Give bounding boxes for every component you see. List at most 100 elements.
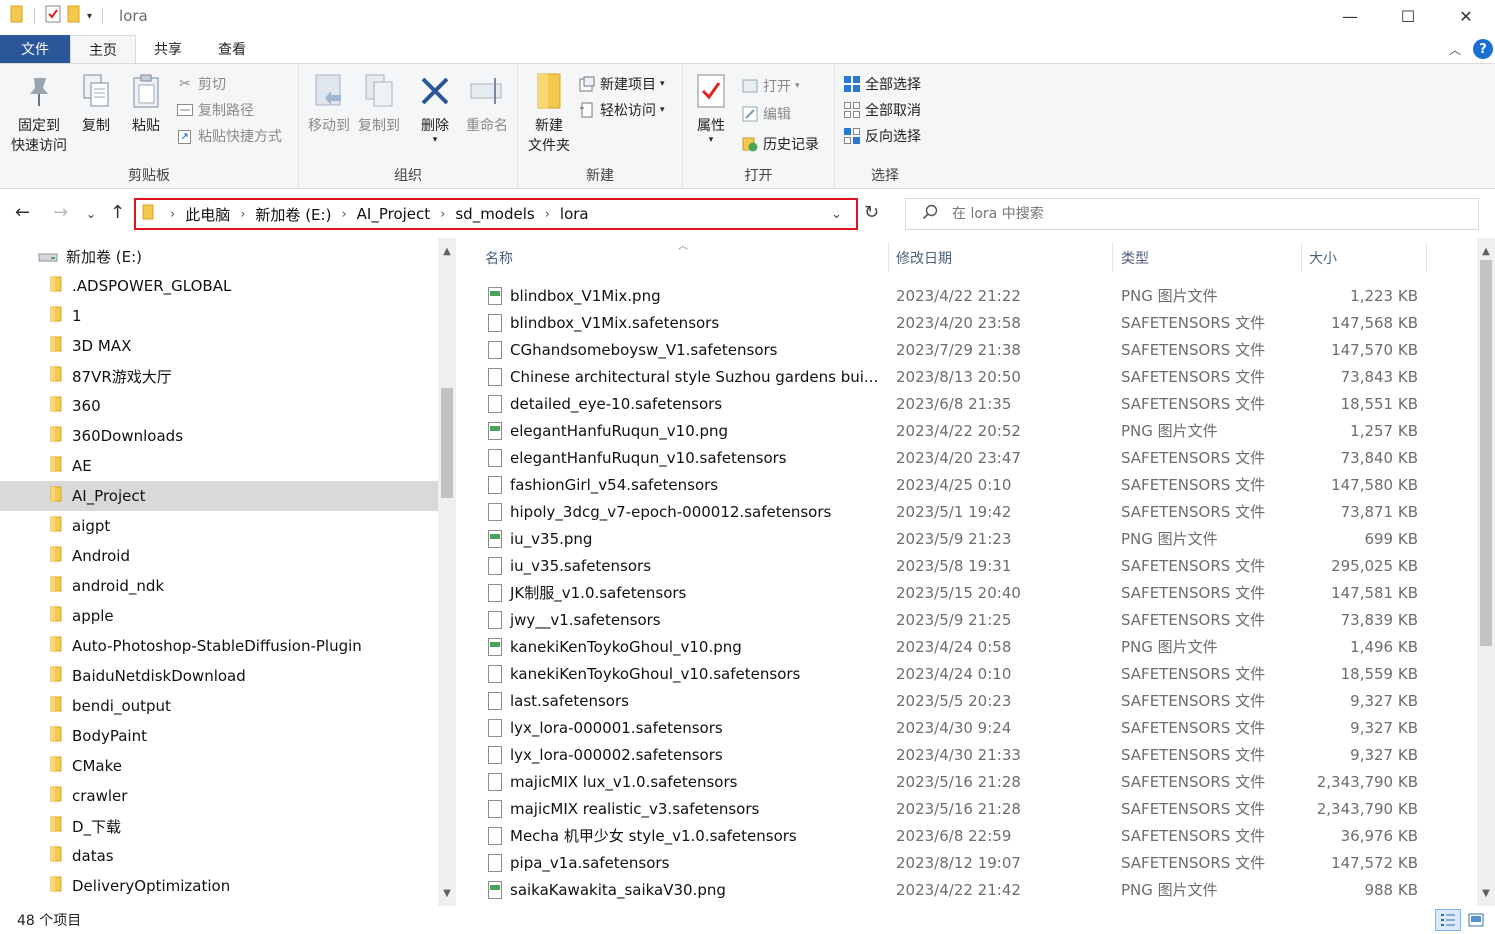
column-header-date[interactable]: 修改日期 bbox=[896, 238, 952, 278]
paste-button[interactable]: 粘贴 bbox=[126, 72, 166, 136]
maximize-button[interactable]: ☐ bbox=[1379, 0, 1437, 32]
file-row[interactable]: elegantHanfuRuqun_v10.png 2023/4/22 20:52… bbox=[470, 417, 1475, 444]
column-header-size[interactable]: 大小 bbox=[1309, 238, 1337, 278]
column-header-type[interactable]: 类型 bbox=[1121, 238, 1149, 278]
pin-quick-access-button[interactable]: 固定到 快速访问 bbox=[8, 72, 70, 156]
file-list-scroll-thumb[interactable] bbox=[1480, 260, 1492, 646]
scroll-down-icon[interactable]: ▼ bbox=[1477, 884, 1495, 902]
history-button[interactable]: 历史记录 bbox=[741, 132, 819, 156]
chevron-right-icon[interactable]: › bbox=[545, 207, 550, 222]
properties-button[interactable]: 属性 ▾ bbox=[691, 72, 731, 145]
nav-tree-item[interactable]: 1 bbox=[0, 301, 438, 331]
file-row[interactable]: detailed_eye-10.safetensors 2023/6/8 21:3… bbox=[470, 390, 1475, 417]
column-header-name[interactable]: 名称 bbox=[485, 238, 513, 278]
address-bar[interactable]: › 此电脑 › 新加卷 (E:) › AI_Project › sd_model… bbox=[134, 198, 858, 230]
scroll-up-icon[interactable]: ▲ bbox=[438, 242, 456, 260]
file-row[interactable]: lyx_lora-000002.safetensors 2023/4/30 21:… bbox=[470, 741, 1475, 768]
file-row[interactable]: Chinese architectural style Suzhou garde… bbox=[470, 363, 1475, 390]
file-row[interactable]: JK制服_v1.0.safetensors 2023/5/15 20:40 SAFE… bbox=[470, 579, 1475, 606]
nav-tree-item[interactable]: Android bbox=[0, 541, 438, 571]
back-arrow-icon[interactable]: ← bbox=[15, 202, 30, 223]
large-icons-view-icon[interactable] bbox=[1463, 909, 1489, 931]
refresh-icon[interactable]: ↻ bbox=[864, 202, 879, 223]
file-row[interactable]: pipa_v1a.safetensors 2023/8/12 19:07 SAFET… bbox=[470, 849, 1475, 876]
nav-tree-item[interactable]: D_下载 bbox=[0, 811, 438, 841]
recent-locations-chevron-icon[interactable]: ⌄ bbox=[86, 207, 96, 221]
tab-file[interactable]: 文件 bbox=[0, 35, 70, 63]
file-row[interactable]: CGhandsomeboysw_V1.safetensors 2023/7/29 … bbox=[470, 336, 1475, 363]
rename-button[interactable]: 重命名 bbox=[461, 72, 513, 136]
file-row[interactable]: kanekiKenToykoGhoul_v10.safetensors 2023/… bbox=[470, 660, 1475, 687]
nav-pane-scroll-thumb[interactable] bbox=[441, 388, 453, 498]
properties-dropdown-icon[interactable]: ▾ bbox=[709, 136, 714, 145]
nav-tree-item[interactable]: 360 bbox=[0, 391, 438, 421]
scroll-down-icon[interactable]: ▼ bbox=[438, 884, 456, 902]
nav-tree-item[interactable]: AI_Project bbox=[0, 481, 438, 511]
tree-root-drive[interactable]: 新加卷 (E:) bbox=[38, 246, 142, 267]
nav-tree-item[interactable]: 360Downloads bbox=[0, 421, 438, 451]
breadcrumb-sd-models[interactable]: sd_models bbox=[455, 205, 534, 223]
copy-path-button[interactable]: 复制路径 bbox=[176, 98, 254, 122]
nav-tree-item[interactable]: 87VR游戏大厅 bbox=[0, 361, 438, 391]
file-row[interactable]: Mecha 机甲少女 style_v1.0.safetensors 2023/6/… bbox=[470, 822, 1475, 849]
tab-share[interactable]: 共享 bbox=[136, 35, 200, 63]
open-button[interactable]: 打开 ▾ bbox=[741, 74, 800, 98]
tab-home[interactable]: 主页 bbox=[70, 35, 136, 63]
breadcrumb-drive-e[interactable]: 新加卷 (E:) bbox=[255, 204, 331, 225]
easy-access-button[interactable]: 轻松访问 ▾ bbox=[578, 98, 665, 122]
nav-pane-scrollbar[interactable]: ▲ ▼ bbox=[438, 238, 456, 906]
file-row[interactable]: blindbox_V1Mix.png 2023/4/22 21:22 PNG 图片文… bbox=[470, 282, 1475, 309]
close-button[interactable]: ✕ bbox=[1437, 0, 1495, 32]
nav-tree-item[interactable]: .ADSPOWER_GLOBAL bbox=[0, 271, 438, 301]
delete-dropdown-icon[interactable]: ▾ bbox=[433, 136, 438, 145]
nav-tree-item[interactable]: CMake bbox=[0, 751, 438, 781]
nav-tree-item[interactable]: android_ndk bbox=[0, 571, 438, 601]
file-row[interactable]: majicMIX realistic_v3.safetensors 2023/5/… bbox=[470, 795, 1475, 822]
file-row[interactable]: elegantHanfuRuqun_v10.safetensors 2023/4/… bbox=[470, 444, 1475, 471]
nav-tree-item[interactable]: apple bbox=[0, 601, 438, 631]
select-all-button[interactable]: 全部选择 bbox=[843, 72, 921, 96]
file-row[interactable]: majicMIX lux_v1.0.safetensors 2023/5/16 2… bbox=[470, 768, 1475, 795]
new-item-button[interactable]: 新建项目 ▾ bbox=[578, 72, 665, 96]
nav-tree-item[interactable]: BaiduNetdiskDownload bbox=[0, 661, 438, 691]
properties-check-icon[interactable] bbox=[45, 5, 61, 27]
breadcrumb-this-pc[interactable]: 此电脑 bbox=[185, 204, 230, 225]
details-view-icon[interactable] bbox=[1435, 909, 1461, 931]
invert-selection-button[interactable]: 反向选择 bbox=[843, 124, 921, 148]
chevron-right-icon[interactable]: › bbox=[240, 207, 245, 222]
nav-tree-item[interactable]: datas bbox=[0, 841, 438, 871]
nav-tree-item[interactable]: AE bbox=[0, 451, 438, 481]
file-row[interactable]: hipoly_3dcg_v7-epoch-000012.safetensors 2… bbox=[470, 498, 1475, 525]
file-row[interactable]: jwy__v1.safetensors 2023/5/9 21:25 SAFETEN… bbox=[470, 606, 1475, 633]
file-row[interactable]: blindbox_V1Mix.safetensors 2023/4/20 23:5… bbox=[470, 309, 1475, 336]
file-row[interactable]: iu_v35.png 2023/5/9 21:23 PNG 图片文件 699 KB bbox=[470, 525, 1475, 552]
nav-tree-item[interactable]: DeliveryOptimization bbox=[0, 871, 438, 901]
up-arrow-icon[interactable]: ↑ bbox=[110, 202, 125, 223]
copy-button[interactable]: 复制 bbox=[76, 72, 116, 136]
file-list-scrollbar[interactable]: ▲ ▼ bbox=[1477, 238, 1495, 906]
address-dropdown-chevron-icon[interactable]: ⌄ bbox=[831, 207, 842, 222]
copy-to-button[interactable]: 复制到 bbox=[355, 72, 403, 136]
select-none-button[interactable]: 全部取消 bbox=[843, 98, 921, 122]
new-folder-icon[interactable] bbox=[67, 5, 81, 27]
breadcrumb-lora[interactable]: lora bbox=[560, 205, 589, 223]
scroll-up-icon[interactable]: ▲ bbox=[1477, 242, 1495, 260]
edit-button[interactable]: 编辑 bbox=[741, 102, 791, 126]
paste-shortcut-button[interactable]: 粘贴快捷方式 bbox=[176, 124, 282, 148]
chevron-right-icon[interactable]: › bbox=[341, 207, 346, 222]
customize-toolbar-icon[interactable]: ▾ bbox=[87, 11, 92, 22]
nav-tree-item[interactable]: bendi_output bbox=[0, 691, 438, 721]
file-row[interactable]: iu_v35.safetensors 2023/5/8 19:31 SAFETENS… bbox=[470, 552, 1475, 579]
new-folder-button[interactable]: 新建 文件夹 bbox=[524, 72, 574, 156]
nav-tree-item[interactable]: aigpt bbox=[0, 511, 438, 541]
collapse-ribbon-icon[interactable]: ︿ bbox=[1449, 41, 1461, 58]
file-row[interactable]: kanekiKenToykoGhoul_v10.png 2023/4/24 0:5… bbox=[470, 633, 1475, 660]
tab-view[interactable]: 查看 bbox=[200, 35, 264, 63]
nav-tree-item[interactable]: 3D MAX bbox=[0, 331, 438, 361]
nav-tree-item[interactable]: Auto-Photoshop-StableDiffusion-Plugin bbox=[0, 631, 438, 661]
file-row[interactable]: last.safetensors 2023/5/5 20:23 SAFETENSOR… bbox=[470, 687, 1475, 714]
file-row[interactable]: saikaKawakita_saikaV30.png 2023/4/22 21:4… bbox=[470, 876, 1475, 903]
forward-arrow-icon[interactable]: → bbox=[53, 202, 68, 223]
breadcrumb-ai-project[interactable]: AI_Project bbox=[357, 205, 431, 223]
search-input[interactable] bbox=[952, 206, 1478, 222]
